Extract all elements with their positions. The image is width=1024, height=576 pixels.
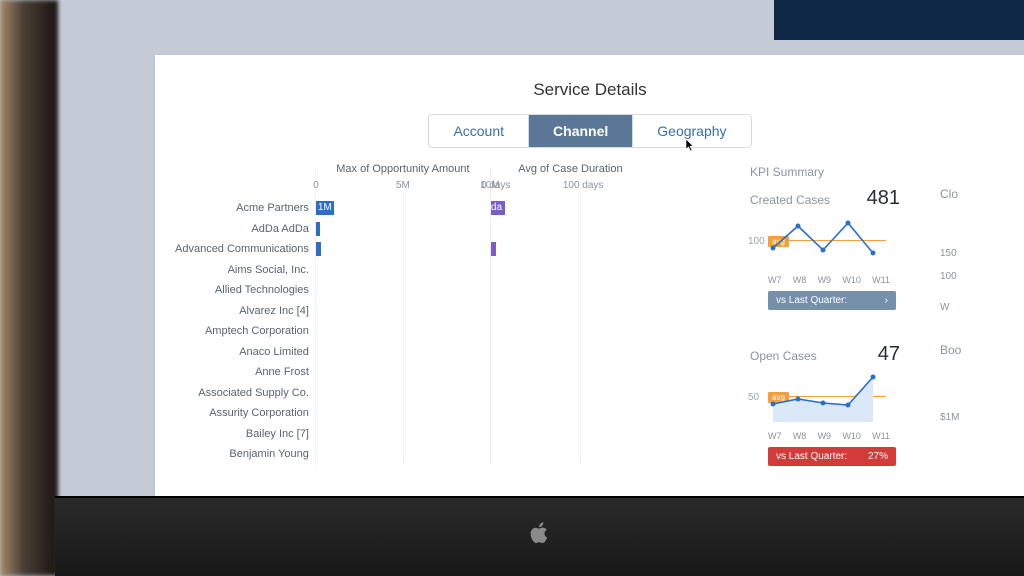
kpi-summary-panel: KPI Summary Created Cases 481 100 avg bbox=[750, 168, 1005, 496]
kpi-label: Clo bbox=[940, 187, 990, 201]
axis-tick: W9 bbox=[818, 431, 832, 441]
chart-title: Avg of Case Duration bbox=[491, 163, 650, 175]
sparkline-chart: 100 avg bbox=[750, 218, 890, 273]
axis-tick: 100 days bbox=[563, 180, 604, 191]
axis-tick: W8 bbox=[793, 275, 807, 285]
axis-tick: W11 bbox=[872, 275, 890, 285]
vs-last-quarter-badge[interactable]: vs Last Quarter: › bbox=[768, 291, 896, 310]
account-row[interactable]: Anaco Limited bbox=[175, 342, 309, 363]
decorative-navy-block bbox=[774, 0, 1024, 40]
y-tick: 100 bbox=[940, 271, 990, 282]
sparkline-chart: 50 avg bbox=[750, 374, 890, 429]
y-tick: 50 bbox=[748, 392, 759, 403]
y-tick: 100 bbox=[748, 236, 765, 247]
kpi-card-booking-partial: Boo $1M bbox=[940, 343, 990, 466]
account-row[interactable]: Bailey Inc [7] bbox=[175, 424, 309, 445]
account-name-column: Acme Partners AdDa AdDa Advanced Communi… bbox=[175, 168, 315, 465]
axis-tick: 5M bbox=[396, 180, 410, 191]
kpi-label: Created Cases bbox=[750, 193, 830, 207]
chevron-right-icon: › bbox=[885, 295, 888, 306]
x-axis: W7 W8 W9 W10 W11 bbox=[768, 431, 890, 441]
account-row[interactable]: Anne Frost bbox=[175, 362, 309, 383]
axis-tick: 0 days bbox=[481, 180, 510, 191]
opportunity-bar[interactable] bbox=[316, 242, 321, 256]
x-axis: 0 days 100 days bbox=[491, 180, 650, 192]
y-tick: $1M bbox=[940, 412, 990, 423]
account-row[interactable]: AdDa AdDa bbox=[175, 219, 309, 240]
badge-label: vs Last Quarter: bbox=[776, 295, 847, 306]
opportunity-bar[interactable]: 1M bbox=[316, 201, 334, 215]
tab-account[interactable]: Account bbox=[429, 115, 529, 147]
kpi-card-open-cases[interactable]: Open Cases 47 50 avg bbox=[750, 343, 900, 466]
axis-tick: W11 bbox=[872, 431, 890, 441]
kpi-label: Boo bbox=[940, 343, 990, 357]
account-row[interactable]: Associated Supply Co. bbox=[175, 383, 309, 404]
tab-channel[interactable]: Channel bbox=[529, 115, 633, 147]
app-window: Service Details Account Channel Geograph… bbox=[155, 55, 1024, 498]
opportunity-amount-chart[interactable]: Max of Opportunity Amount 0 5M 10M 1M bbox=[315, 168, 490, 465]
account-row[interactable]: Allied Technologies bbox=[175, 280, 309, 301]
y-tick: 150 bbox=[940, 248, 990, 259]
duration-bar[interactable]: da bbox=[491, 201, 505, 215]
kpi-value: 47 bbox=[878, 343, 900, 366]
kpi-card-created-cases[interactable]: Created Cases 481 100 avg bbox=[750, 187, 900, 313]
account-bar-charts: Acme Partners AdDa AdDa Advanced Communi… bbox=[175, 168, 665, 465]
axis-tick: W7 bbox=[768, 431, 782, 441]
kpi-label: Open Cases bbox=[750, 349, 817, 363]
axis-tick: W bbox=[940, 302, 990, 313]
kpi-card-closed-partial: Clo 150 100 W bbox=[940, 187, 990, 313]
tab-bar: Account Channel Geography bbox=[155, 114, 1024, 148]
cursor-pointer-icon bbox=[683, 138, 697, 157]
kpi-value: 481 bbox=[867, 187, 900, 210]
monitor-bezel bbox=[55, 498, 1024, 576]
sparkline-icon bbox=[768, 218, 888, 268]
axis-tick: W7 bbox=[768, 275, 782, 285]
page-title: Service Details bbox=[155, 80, 1024, 100]
account-row[interactable]: Aims Social, Inc. bbox=[175, 260, 309, 281]
axis-tick: W10 bbox=[842, 275, 861, 285]
badge-percent: 27% bbox=[868, 451, 888, 462]
account-row[interactable]: Benjamin Young bbox=[175, 444, 309, 465]
account-row[interactable]: Amptech Corporation bbox=[175, 321, 309, 342]
case-duration-chart[interactable]: Avg of Case Duration 0 days 100 days da bbox=[490, 168, 650, 465]
sparkline-icon bbox=[768, 374, 888, 424]
account-row[interactable]: Advanced Communications bbox=[175, 239, 309, 260]
x-axis: 0 5M 10M bbox=[316, 180, 490, 192]
account-row[interactable]: Acme Partners bbox=[175, 198, 309, 219]
duration-bar[interactable] bbox=[491, 242, 496, 256]
apple-logo-icon bbox=[530, 521, 550, 551]
vs-last-quarter-badge[interactable]: vs Last Quarter: 27% bbox=[768, 447, 896, 466]
badge-label: vs Last Quarter: bbox=[776, 451, 847, 462]
opportunity-bar[interactable] bbox=[316, 222, 320, 236]
axis-tick: 0 bbox=[313, 180, 319, 191]
x-axis: W7 W8 W9 W10 W11 bbox=[768, 275, 890, 285]
kpi-summary-title: KPI Summary bbox=[750, 165, 1005, 179]
axis-tick: W8 bbox=[793, 431, 807, 441]
chart-title: Max of Opportunity Amount bbox=[316, 163, 490, 175]
account-row[interactable]: Assurity Corporation bbox=[175, 403, 309, 424]
axis-tick: W10 bbox=[842, 431, 861, 441]
axis-tick: W9 bbox=[818, 275, 832, 285]
account-row[interactable]: Alvarez Inc [4] bbox=[175, 301, 309, 322]
